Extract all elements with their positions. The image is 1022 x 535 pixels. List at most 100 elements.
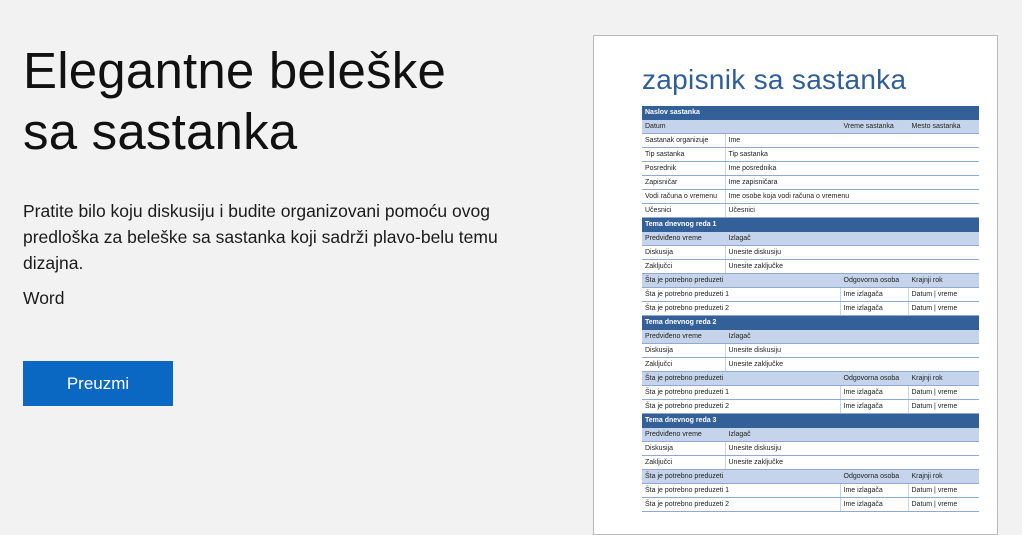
date-cell: Datum <box>642 119 841 134</box>
meeting-title-cell: Naslov sastanka <box>642 106 979 120</box>
info-label: Sastanak organizuje <box>642 133 726 148</box>
info-row: Sastanak organizuje Ime <box>642 133 979 148</box>
info-label: Posrednik <box>642 161 726 176</box>
conclusions-value: Unesite zaključke <box>725 259 979 274</box>
info-row: Vodi računa o vremenu Ime osobe koja vodi… <box>642 189 979 204</box>
responsible-label: Odgovorna osoba <box>840 273 909 288</box>
action-deadline: Datum | vreme <box>908 301 979 316</box>
info-label: Učesnici <box>642 203 726 218</box>
discussion-value: Unesite diskusiju <box>725 343 979 358</box>
info-label: Zapisničar <box>642 175 726 190</box>
conclusions-label: Zaključci <box>642 259 726 274</box>
download-button[interactable]: Preuzmi <box>23 361 173 406</box>
action-item: Šta je potrebno preduzeti 2 <box>642 301 841 316</box>
action-item: Šta je potrebno preduzeti 1 <box>642 287 841 302</box>
page-title-line-1: Elegantne beleške <box>23 42 447 99</box>
deadline-label: Krajnji rok <box>908 273 979 288</box>
discussion-value: Unesite diskusiju <box>725 245 979 260</box>
action-person: Ime izlagača <box>840 483 909 498</box>
place-cell: Mesto sastanka <box>908 119 979 134</box>
actions-label: Šta je potrebno preduzeti <box>642 273 841 288</box>
info-value: Ime posrednika <box>725 161 979 176</box>
template-preview: zapisnik sa sastanka Naslov sastanka Datu… <box>593 35 998 535</box>
action-item: Šta je potrebno preduzeti 2 <box>642 399 841 414</box>
meeting-title-row: Naslov sastanka <box>642 106 979 120</box>
action-item: Šta je potrebno preduzeti 2 <box>642 497 841 512</box>
deadline-label: Krajnji rok <box>908 469 979 484</box>
conclusions-label: Zaključci <box>642 455 726 470</box>
action-item-row: Šta je potrebno preduzeti 2 Ime izlagača D… <box>642 301 979 316</box>
actions-header-row: Šta je potrebno preduzeti Odgovorna osoba… <box>642 273 979 288</box>
info-value: Ime zapisničara <box>725 175 979 190</box>
app-name: Word <box>23 288 65 308</box>
agenda-time-row: Predviđeno vreme Izlagač <box>642 231 979 246</box>
info-row: Zapisničar Ime zapisničara <box>642 175 979 190</box>
presenter-label: Izlagač <box>725 329 979 344</box>
minutes-table-body: Naslov sastanka Datum Vreme sastanka Mesto … <box>642 106 979 512</box>
actions-header-row: Šta je potrebno preduzeti Odgovorna osoba… <box>642 371 979 386</box>
discussion-row: Diskusija Unesite diskusiju <box>642 343 979 358</box>
action-person: Ime izlagača <box>840 287 909 302</box>
action-person: Ime izlagača <box>840 497 909 512</box>
info-value: Ime <box>725 133 979 148</box>
action-deadline: Datum | vreme <box>908 287 979 302</box>
preview-doc-title: zapisnik sa sastanka <box>642 64 907 95</box>
conclusions-row: Zaključci Unesite zaključke <box>642 455 979 470</box>
deadline-label: Krajnji rok <box>908 371 979 386</box>
info-value: Učesnici <box>725 203 979 218</box>
action-deadline: Datum | vreme <box>908 483 979 498</box>
agenda-topic-title: Tema dnevnog reda 3 <box>642 413 979 428</box>
page-title: Elegantne beleške sa sastanka <box>23 40 523 162</box>
action-item-row: Šta je potrebno preduzeti 2 Ime izlagača D… <box>642 399 979 414</box>
page-title-line-2: sa sastanka <box>23 103 298 160</box>
presenter-label: Izlagač <box>725 427 979 442</box>
info-value: Ime osobe koja vodi računa o vremenu <box>725 189 979 204</box>
action-person: Ime izlagača <box>840 385 909 400</box>
agenda-topic-title: Tema dnevnog reda 2 <box>642 315 979 330</box>
action-item-row: Šta je potrebno preduzeti 1 Ime izlagača D… <box>642 287 979 302</box>
responsible-label: Odgovorna osoba <box>840 371 909 386</box>
discussion-row: Diskusija Unesite diskusiju <box>642 245 979 260</box>
agenda-time-row: Predviđeno vreme Izlagač <box>642 329 979 344</box>
action-deadline: Datum | vreme <box>908 497 979 512</box>
conclusions-label: Zaključci <box>642 357 726 372</box>
agenda-topic-title: Tema dnevnog reda 1 <box>642 217 979 232</box>
minutes-table: Naslov sastanka Datum Vreme sastanka Mesto … <box>642 106 979 512</box>
agenda-topic-header: Tema dnevnog reda 2 <box>642 315 979 330</box>
action-person: Ime izlagača <box>840 399 909 414</box>
action-person: Ime izlagača <box>840 301 909 316</box>
discussion-row: Diskusija Unesite diskusiju <box>642 441 979 456</box>
discussion-value: Unesite diskusiju <box>725 441 979 456</box>
actions-header-row: Šta je potrebno preduzeti Odgovorna osoba… <box>642 469 979 484</box>
conclusions-value: Unesite zaključke <box>725 357 979 372</box>
discussion-label: Diskusija <box>642 245 726 260</box>
info-row: Posrednik Ime posrednika <box>642 161 979 176</box>
presenter-label: Izlagač <box>725 231 979 246</box>
agenda-time-row: Predviđeno vreme Izlagač <box>642 427 979 442</box>
conclusions-row: Zaključci Unesite zaključke <box>642 259 979 274</box>
info-row: Tip sastanka Tip sastanka <box>642 147 979 162</box>
planned-time-label: Predviđeno vreme <box>642 329 726 344</box>
action-item: Šta je potrebno preduzeti 1 <box>642 483 841 498</box>
meeting-meta-row: Datum Vreme sastanka Mesto sastanka <box>642 119 979 134</box>
agenda-topic-header: Tema dnevnog reda 3 <box>642 413 979 428</box>
discussion-label: Diskusija <box>642 441 726 456</box>
planned-time-label: Predviđeno vreme <box>642 231 726 246</box>
action-deadline: Datum | vreme <box>908 399 979 414</box>
actions-label: Šta je potrebno preduzeti <box>642 469 841 484</box>
info-row: Učesnici Učesnici <box>642 203 979 218</box>
action-item-row: Šta je potrebno preduzeti 1 Ime izlagača D… <box>642 483 979 498</box>
info-label: Vodi računa o vremenu <box>642 189 726 204</box>
action-deadline: Datum | vreme <box>908 385 979 400</box>
discussion-label: Diskusija <box>642 343 726 358</box>
responsible-label: Odgovorna osoba <box>840 469 909 484</box>
conclusions-row: Zaključci Unesite zaključke <box>642 357 979 372</box>
action-item-row: Šta je potrebno preduzeti 1 Ime izlagača D… <box>642 385 979 400</box>
conclusions-value: Unesite zaključke <box>725 455 979 470</box>
time-cell: Vreme sastanka <box>840 119 909 134</box>
info-value: Tip sastanka <box>725 147 979 162</box>
agenda-topic-header: Tema dnevnog reda 1 <box>642 217 979 232</box>
template-description: Pratite bilo koju diskusiju i budite org… <box>23 201 498 273</box>
planned-time-label: Predviđeno vreme <box>642 427 726 442</box>
action-item-row: Šta je potrebno preduzeti 2 Ime izlagača D… <box>642 497 979 512</box>
